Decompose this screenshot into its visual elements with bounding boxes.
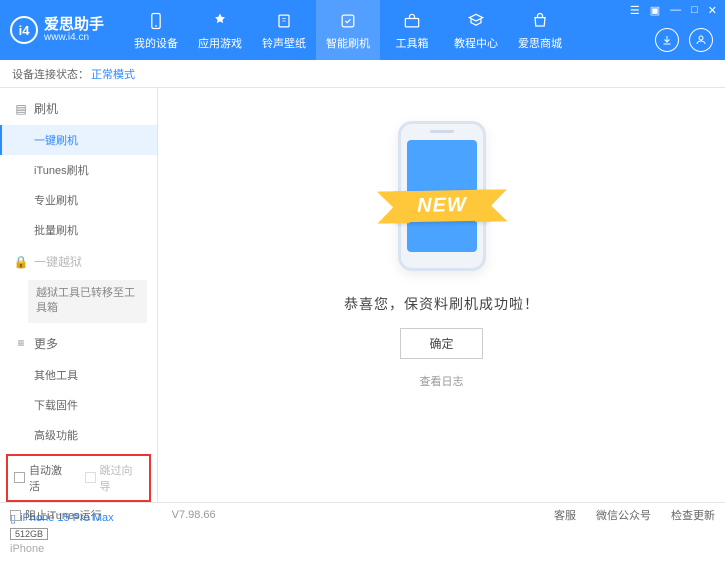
checkbox-icon — [14, 472, 25, 483]
nav-my-device[interactable]: 我的设备 — [124, 0, 188, 60]
app-subtitle: www.i4.cn — [44, 32, 104, 43]
store-icon — [529, 10, 551, 32]
lock-icon: 🔒 — [14, 255, 28, 269]
menu-icon[interactable]: ☰ — [628, 4, 642, 17]
checkbox-icon — [85, 472, 96, 483]
download-button[interactable] — [655, 28, 679, 52]
view-log-link[interactable]: 查看日志 — [420, 373, 464, 389]
footer-link-service[interactable]: 客服 — [554, 507, 576, 523]
nav-tutorials[interactable]: 教程中心 — [444, 0, 508, 60]
maximize-icon[interactable]: □ — [689, 4, 700, 17]
success-message: 恭喜您，保资料刷机成功啦！ — [344, 294, 539, 314]
nav-apps-games[interactable]: 应用游戏 — [188, 0, 252, 60]
logo-icon: i4 — [10, 16, 38, 44]
app-title: 爱思助手 — [44, 17, 104, 32]
device-type: iPhone — [10, 543, 147, 555]
status-value: 正常模式 — [91, 66, 135, 82]
sidebar: ▤ 刷机 一键刷机 iTunes刷机 专业刷机 批量刷机 🔒 一键越狱 越狱工具… — [0, 88, 158, 502]
close-icon[interactable]: ✕ — [706, 4, 719, 17]
status-label: 设备连接状态： — [12, 66, 89, 82]
user-button[interactable] — [689, 28, 713, 52]
skin-icon[interactable]: ▣ — [648, 4, 662, 17]
more-icon: ≡ — [14, 336, 28, 350]
app-logo: i4 爱思助手 www.i4.cn — [10, 16, 104, 44]
checkbox-auto-activate[interactable]: 自动激活 — [14, 462, 73, 494]
sidebar-item-advanced[interactable]: 高级功能 — [0, 420, 157, 450]
success-illustration: NEW — [342, 116, 542, 276]
flash-icon — [337, 10, 359, 32]
ok-button[interactable]: 确定 — [400, 328, 482, 359]
nav-ringtones[interactable]: 铃声壁纸 — [252, 0, 316, 60]
sidebar-section-jailbreak[interactable]: 🔒 一键越狱 — [0, 245, 157, 278]
minimize-icon[interactable]: — — [668, 4, 683, 17]
new-ribbon: NEW — [394, 189, 488, 222]
sidebar-item-pro-flash[interactable]: 专业刷机 — [0, 185, 157, 215]
device-status-bar: 设备连接状态： 正常模式 — [0, 60, 725, 88]
device-icon — [145, 10, 167, 32]
footer-link-update[interactable]: 检查更新 — [671, 507, 715, 523]
sidebar-item-download-firmware[interactable]: 下载固件 — [0, 390, 157, 420]
checkbox-icon — [10, 510, 21, 521]
main-content: NEW 恭喜您，保资料刷机成功啦！ 确定 查看日志 — [158, 88, 725, 502]
footer-link-wechat[interactable]: 微信公众号 — [596, 507, 651, 523]
sidebar-section-flash[interactable]: ▤ 刷机 — [0, 92, 157, 125]
sidebar-section-more[interactable]: ≡ 更多 — [0, 327, 157, 360]
device-storage: 512GB — [10, 528, 48, 540]
nav-store[interactable]: 爱思商城 — [508, 0, 572, 60]
tutorial-icon — [465, 10, 487, 32]
nav-smart-flash[interactable]: 智能刷机 — [316, 0, 380, 60]
ringtone-icon — [273, 10, 295, 32]
version-label: V7.98.66 — [172, 509, 216, 521]
app-header: i4 爱思助手 www.i4.cn 我的设备 应用游戏 铃声壁纸 智能刷机 工具… — [0, 0, 725, 60]
window-controls: ☰ ▣ — □ ✕ — [628, 4, 719, 17]
sidebar-item-onekey-flash[interactable]: 一键刷机 — [0, 125, 157, 155]
sidebar-item-batch-flash[interactable]: 批量刷机 — [0, 215, 157, 245]
toolbox-icon — [401, 10, 423, 32]
nav-toolbox[interactable]: 工具箱 — [380, 0, 444, 60]
checkbox-block-itunes[interactable]: 阻止iTunes运行 — [10, 507, 102, 523]
top-nav: 我的设备 应用游戏 铃声壁纸 智能刷机 工具箱 教程中心 爱思商城 — [124, 0, 572, 60]
sidebar-item-other-tools[interactable]: 其他工具 — [0, 360, 157, 390]
flash-section-icon: ▤ — [14, 102, 28, 116]
apps-icon — [209, 10, 231, 32]
sidebar-jailbreak-note: 越狱工具已转移至工具箱 — [28, 280, 147, 323]
sidebar-item-itunes-flash[interactable]: iTunes刷机 — [0, 155, 157, 185]
options-highlight-box: 自动激活 跳过向导 — [6, 454, 151, 502]
checkbox-skip-guide[interactable]: 跳过向导 — [85, 462, 144, 494]
